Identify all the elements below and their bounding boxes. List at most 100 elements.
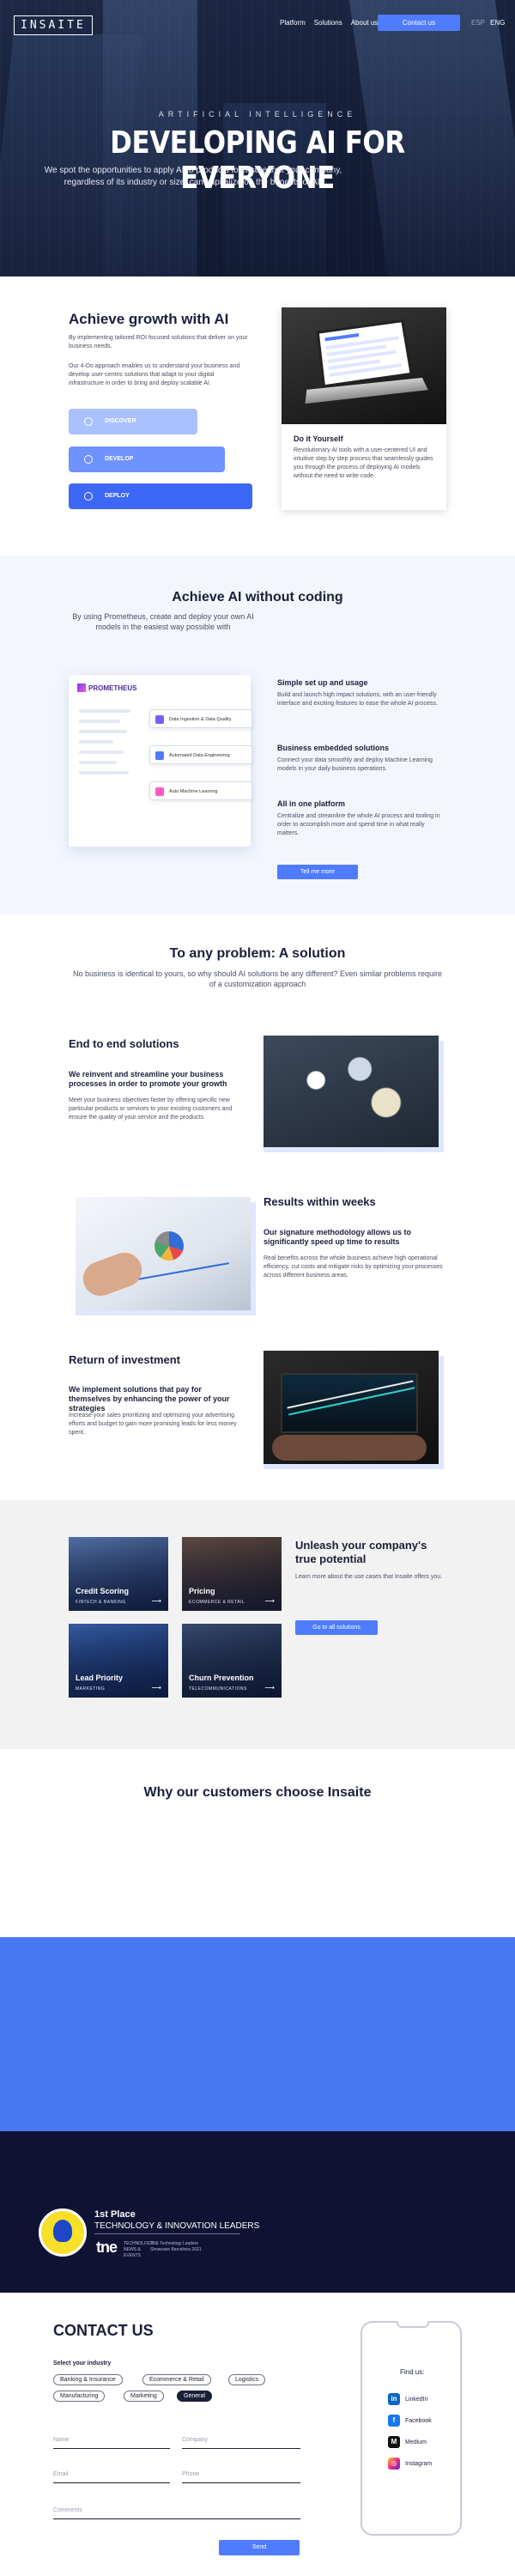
hand-graphic [78, 1248, 147, 1301]
award-place: 1st Place [94, 2209, 136, 2220]
industry-chip[interactable]: Ecommerce & Retail [142, 2374, 211, 2385]
social-label: Medium [405, 2439, 427, 2445]
growth-title: Achieve growth with AI [69, 311, 229, 327]
company-field[interactable]: Company [182, 2437, 208, 2443]
prometheus-logo: PROMETHEUS [77, 683, 136, 692]
social-medium[interactable]: M Medium [388, 2436, 427, 2448]
send-button[interactable]: Send [219, 2540, 300, 2555]
contact-us-button[interactable]: Contact us [378, 15, 460, 31]
data-icon [155, 715, 164, 724]
logo[interactable]: INSAITE [14, 15, 93, 35]
tell-me-more-button[interactable]: Tell me more [277, 865, 358, 879]
social-linkedin[interactable]: in LinkedIn [388, 2393, 427, 2405]
social-instagram[interactable]: ◎ Instagram [388, 2458, 432, 2470]
industry-chip[interactable]: Logistics [228, 2374, 266, 2385]
lang-eng[interactable]: ENG [490, 19, 505, 27]
case-lead-priority[interactable]: Lead Priority MARKETING ⟶ [69, 1624, 168, 1698]
nav-platform[interactable]: Platform [280, 19, 306, 27]
find-us-label: Find us: [400, 2368, 425, 2376]
solution-subtitle: No business is identical to yours, so wh… [72, 969, 443, 988]
industry-chip[interactable]: Banking & Insurance [53, 2374, 123, 2385]
all-solutions-button[interactable]: Go to all solutions [295, 1620, 378, 1635]
solution-title: To any problem: A solution [169, 946, 346, 961]
hero-section: INSAITE Platform Solutions About us Cont… [0, 0, 515, 276]
feature-text: Centralize and streamline the whole AI p… [277, 813, 440, 836]
nav-solutions[interactable]: Solutions [314, 19, 342, 27]
phone-underline [182, 2482, 300, 2483]
develop-icon [84, 455, 93, 464]
trading-image [264, 1351, 439, 1464]
industry-chip-selected[interactable]: General [177, 2391, 212, 2402]
email-underline [53, 2482, 170, 2483]
award-badge-icon [39, 2208, 87, 2257]
step-label: DEVELOP [105, 456, 134, 462]
email-field[interactable]: Email [53, 2471, 69, 2477]
step-develop[interactable]: DEVELOP [69, 447, 225, 472]
feature-text: Build and launch high impact solutions, … [277, 692, 438, 707]
diy-title: Do it Yourself [294, 434, 343, 443]
pie-chart-graphic [154, 1231, 184, 1261]
main-nav: Platform Solutions About us [280, 19, 378, 27]
award-text: TECHNOLOGY & INNOVATION LEADERS [94, 2221, 260, 2231]
phone-notch [397, 2321, 429, 2328]
step-label: DISCOVER [105, 418, 136, 424]
industry-chip[interactable]: Manufacturing [53, 2391, 106, 2402]
block-text: Meet your business objectives faster by … [69, 1097, 233, 1121]
case-churn-prevention[interactable]: Churn Prevention TELECOMMUNICATIONS ⟶ [182, 1624, 282, 1698]
feature-title: All in one platform [277, 799, 346, 808]
step-deploy[interactable]: DEPLOY [69, 483, 252, 509]
nav-about-us[interactable]: About us [351, 19, 379, 27]
pill-data-engineering: Automated Data Engineering [149, 745, 252, 764]
pill-label: Automated Data Engineering [169, 753, 230, 758]
engineering-icon [155, 751, 164, 760]
growth-description: Our 4-Do approach enables us to understa… [69, 363, 240, 386]
case-category: ECOMMERCE & RETAIL [189, 1600, 245, 1605]
phone-field[interactable]: Phone [182, 2471, 199, 2477]
pill-auto-ml: Auto Machine Learning [149, 781, 252, 800]
tne-caption: TNE Technology Leaders Showcase Barcelon… [150, 2241, 202, 2252]
arrow-right-icon: ⟶ [151, 1597, 161, 1605]
case-name: Lead Priority [76, 1674, 124, 1682]
case-name: Churn Prevention [189, 1674, 254, 1682]
arrow-right-icon: ⟶ [264, 1597, 275, 1605]
lang-esp[interactable]: ESP [471, 19, 485, 27]
block-title: End to end solutions [69, 1037, 179, 1050]
pill-label: Data Ingestion & Data Quality [169, 717, 232, 722]
ml-icon [155, 787, 164, 796]
laptop-screen [316, 319, 413, 388]
case-pricing[interactable]: Pricing ECOMMERCE & RETAIL ⟶ [182, 1537, 282, 1611]
phone-frame [360, 2321, 462, 2536]
step-discover[interactable]: DISCOVER [69, 409, 197, 434]
social-label: Facebook [405, 2417, 432, 2424]
arrow-right-icon: ⟶ [264, 1684, 275, 1692]
medium-icon: M [388, 2436, 400, 2448]
no-code-subtitle: By using Prometheus, create and deploy y… [72, 612, 254, 631]
case-credit-scoring[interactable]: Credit Scoring FINTECH & BANKING ⟶ [69, 1537, 168, 1611]
hero-kicker: ARTIFICIAL INTELLIGENCE [158, 110, 357, 118]
comments-field[interactable]: Comments [53, 2507, 82, 2513]
deploy-icon [84, 492, 93, 501]
social-label: LinkedIn [405, 2396, 428, 2403]
comments-underline [53, 2518, 300, 2519]
block-text: Real benefits across the whole business … [264, 1255, 443, 1279]
why-title: Why our customers choose Insaite [143, 1785, 372, 1800]
growth-intro: By implementing tailored ROI focused sol… [69, 335, 248, 349]
hero-subtitle: We spot the opportunities to apply AI to… [44, 166, 342, 187]
feature-text: Connect your data smoothly and deploy Ma… [277, 757, 433, 772]
pill-data-ingestion: Data Ingestion & Data Quality [149, 709, 252, 728]
analytics-image [76, 1197, 251, 1310]
case-name: Credit Scoring [76, 1587, 130, 1595]
instagram-icon: ◎ [388, 2458, 400, 2470]
step-label: DEPLOY [105, 493, 130, 499]
industry-chip[interactable]: Marketing [124, 2391, 164, 2402]
use-cases-text: Learn more about the use cases that Insa… [295, 1574, 443, 1580]
case-name: Pricing [189, 1587, 215, 1595]
tne-logo: tne [96, 2239, 118, 2256]
laptop-image [282, 307, 446, 424]
social-facebook[interactable]: f Facebook [388, 2415, 432, 2427]
no-code-title: Achieve AI without coding [172, 590, 343, 605]
do-it-yourself-card: Do it Yourself Revolutionary AI tools wi… [282, 307, 446, 510]
arrow-right-icon: ⟶ [151, 1684, 161, 1692]
name-field[interactable]: Name [53, 2437, 70, 2443]
prometheus-screenshot: PROMETHEUS Data Ingestion & Data Quality… [69, 675, 252, 847]
